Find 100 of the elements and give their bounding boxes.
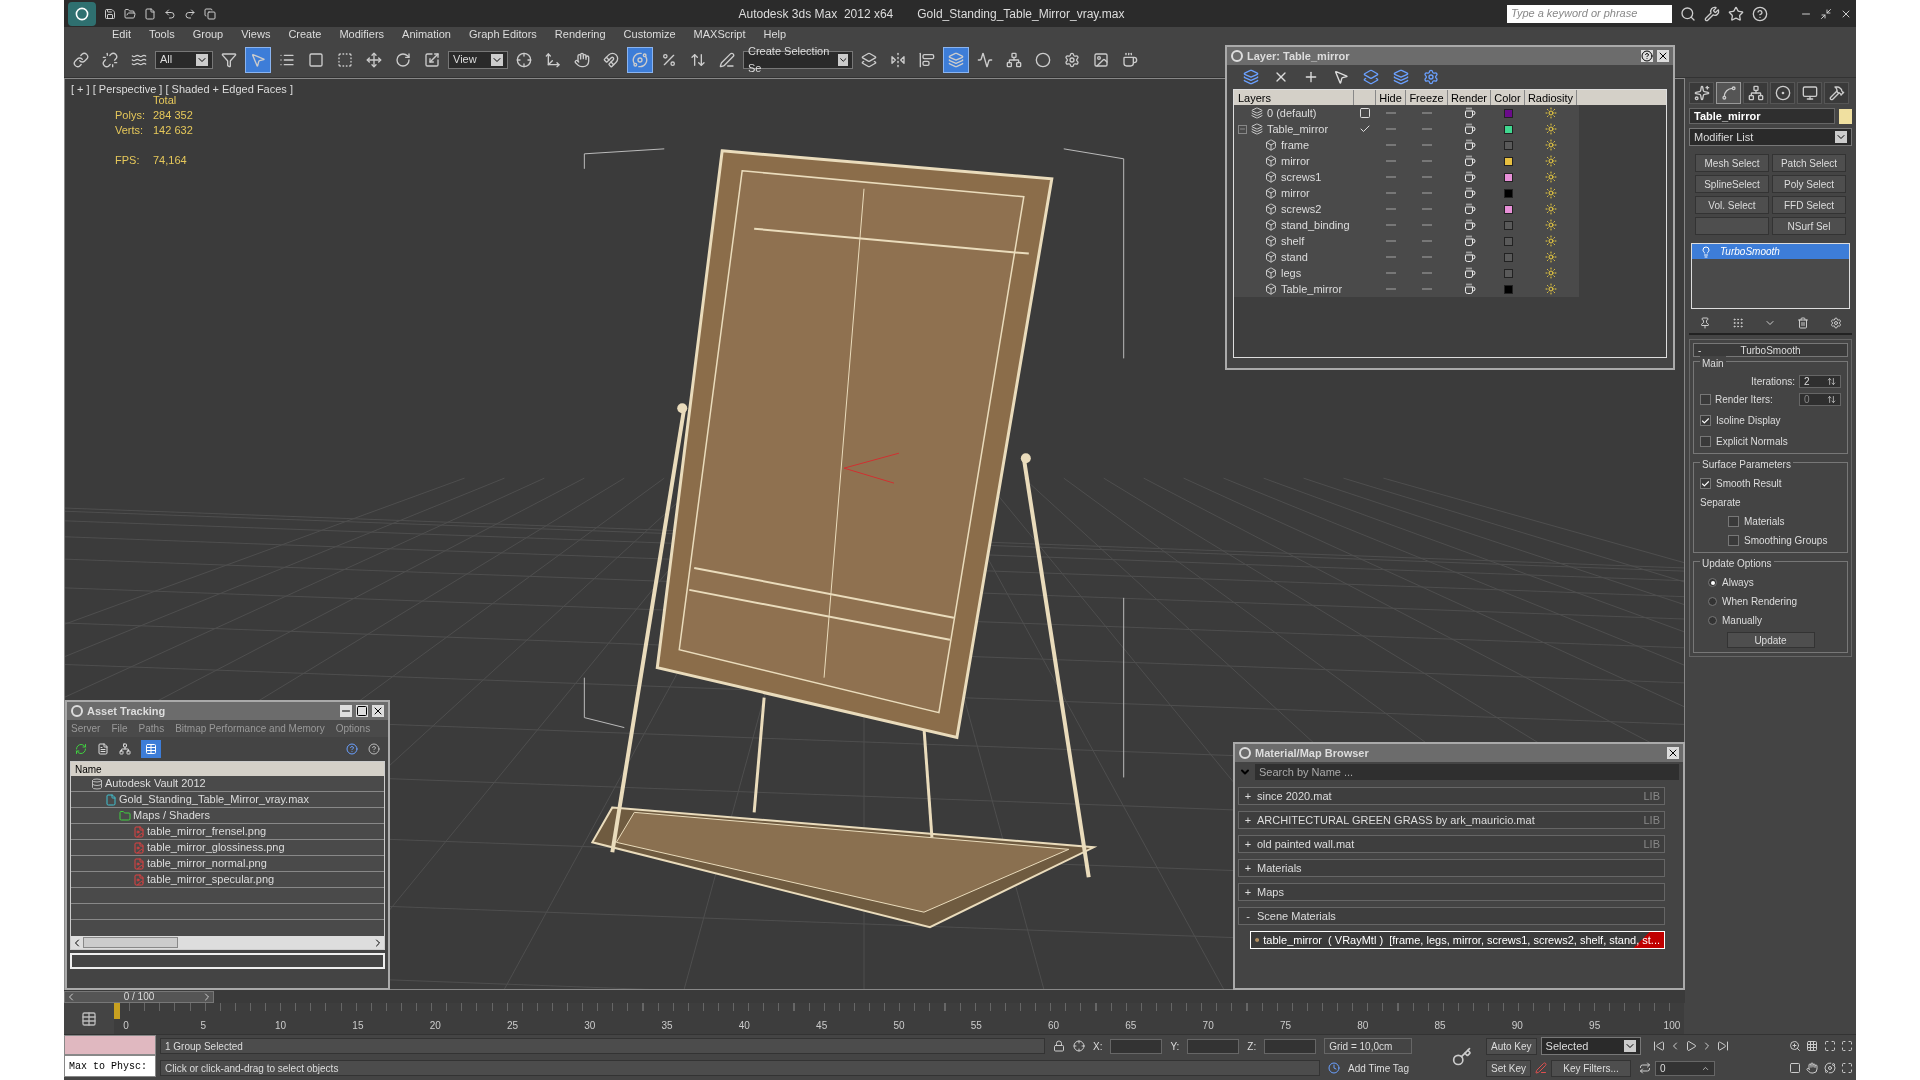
modifier-button[interactable]: Vol. Select (1695, 196, 1769, 214)
asset-row[interactable]: table_mirror_frensel.png (71, 824, 384, 840)
group-label: Maps (1257, 884, 1285, 900)
layer-name[interactable]: mirror (1281, 152, 1310, 170)
render-iters-spinner[interactable]: 0 (1799, 393, 1841, 406)
menu-item[interactable]: Edit (112, 26, 131, 43)
coordinate-label: Y: (1170, 1039, 1180, 1054)
stat-label: Polys: (115, 108, 146, 123)
menu-item[interactable]: Rendering (554, 26, 606, 43)
update-button[interactable]: Update (1726, 632, 1815, 648)
frame-label: 100 (1662, 1019, 1682, 1033)
stack-item[interactable]: TurboSmooth (1692, 244, 1849, 259)
reference-coordinate-dropdown[interactable]: View (448, 50, 508, 69)
column-header[interactable]: Name (71, 762, 384, 776)
iterations-spinner[interactable]: 2 (1799, 375, 1841, 388)
frame-spinner[interactable]: 0 (1655, 1060, 1716, 1076)
layer-name[interactable]: stand (1281, 248, 1308, 266)
group-header[interactable]: + Maps (1238, 883, 1665, 901)
group-header[interactable]: + since 2020.mat LIB (1238, 787, 1665, 805)
layer-name[interactable]: 0 (default) (1267, 104, 1317, 122)
modifier-list-dropdown[interactable]: Modifier List (1689, 128, 1852, 146)
coordinate-label: Z: (1247, 1039, 1257, 1054)
checkbox-label: Smoothing Groups (1744, 534, 1828, 548)
asset-name: Gold_Standing_Table_Mirror_vray.max (119, 792, 309, 808)
layer-name[interactable]: stand_binding (1281, 216, 1350, 234)
selection-filter-dropdown[interactable]: All (155, 50, 213, 69)
window-title: Layer: Table_mirror (1247, 48, 1351, 64)
field-label: Iterations: (1751, 375, 1795, 389)
frame-label: 75 (1278, 1019, 1292, 1033)
search-field[interactable]: Type a keyword or phrase (1507, 4, 1672, 23)
asset-row[interactable]: table_mirror_normal.png (71, 856, 384, 872)
auto-key-button[interactable]: Auto Key (1486, 1037, 1537, 1055)
listener-field[interactable]: Max to Physc: (64, 1055, 156, 1077)
time-slider-handle[interactable]: 0 / 100 (64, 990, 214, 1003)
menu-item[interactable]: Tools (148, 26, 175, 43)
rollout-header[interactable]: - TurboSmooth (1693, 343, 1848, 357)
group-header[interactable]: + Materials (1238, 859, 1665, 877)
layer-name[interactable]: shelf (1281, 232, 1305, 250)
selection-status: 1 Group Selected (160, 1038, 1045, 1054)
layer-name[interactable]: mirror (1281, 184, 1310, 202)
modifier-button[interactable]: Patch Select (1772, 154, 1846, 172)
menu-item[interactable]: Modifiers (339, 26, 385, 43)
asset-name: table_mirror_specular.png (147, 872, 275, 888)
modifier-button[interactable]: Poly Select (1772, 175, 1846, 193)
asset-row[interactable]: Maps / Shaders (71, 808, 384, 824)
asset-row[interactable]: table_mirror_specular.png (71, 872, 384, 888)
group-header[interactable]: + ARCHITECTURAL GREEN GRASS by ark_mauricio.mat LIB (1238, 811, 1665, 829)
menu-item[interactable]: Group (192, 26, 224, 43)
frame-label: 95 (1588, 1019, 1602, 1033)
search-field[interactable]: Search by Name ... (1255, 764, 1679, 780)
layer-name[interactable]: Table_mirror (1267, 120, 1329, 138)
menu-item[interactable]: Graph Editors (468, 26, 537, 43)
asset-row[interactable]: Gold_Standing_Table_Mirror_vray.max (71, 792, 384, 808)
menu-item[interactable]: Animation (402, 26, 451, 43)
time-tag-label[interactable]: Add Time Tag (1348, 1060, 1409, 1076)
menu-item[interactable]: MAXScript (693, 26, 746, 43)
layer-name[interactable]: frame (1281, 136, 1310, 154)
set-key-button[interactable]: Set Key (1486, 1059, 1532, 1077)
menu-item[interactable]: Customize (623, 26, 676, 43)
layer-name[interactable]: screws2 (1281, 200, 1322, 218)
material-item[interactable]: table_mirror ( VRayMtl ) [frame, legs, mirror, screws1, screws2, shelf, stand, st... (1250, 931, 1665, 949)
modifier-button[interactable]: SplineSelect (1695, 175, 1769, 193)
layer-name[interactable]: screws1 (1281, 168, 1322, 186)
file-name: Gold_Standing_Table_Mirror_vray.max (917, 5, 1125, 23)
frame-label: 5 (199, 1019, 208, 1033)
modifier-button[interactable]: FFD Select (1772, 196, 1846, 214)
group-label: Materials (1257, 860, 1303, 876)
stat-value: 74,164 (153, 153, 187, 168)
modifier-button[interactable]: NSurf Sel (1772, 217, 1846, 235)
frame-label: 10 (274, 1019, 288, 1033)
time-slider-track[interactable]: 0 / 100 (64, 990, 1685, 1003)
group-header[interactable]: + old painted wall.mat LIB (1238, 835, 1665, 853)
frame-label: 70 (1201, 1019, 1215, 1033)
group-header[interactable]: - Scene Materials (1238, 907, 1665, 925)
library-tag: LIB (1643, 787, 1660, 805)
key-filters-button[interactable]: Key Filters... (1551, 1059, 1632, 1077)
prompt-status: Click or click-and-drag to select objects (160, 1060, 1320, 1076)
modifier-stack[interactable]: TurboSmooth (1691, 243, 1850, 309)
object-name-field[interactable]: Table_mirror (1689, 108, 1835, 124)
expand-sign: + (1243, 788, 1253, 804)
asset-row[interactable]: Autodesk Vault 2012 (71, 776, 384, 792)
grid-size: Grid = 10,0cm (1324, 1038, 1413, 1054)
frame-label: 45 (815, 1019, 829, 1033)
group-label: old painted wall.mat (1257, 836, 1356, 852)
checkbox-label: Isoline Display (1716, 414, 1781, 428)
key-mode-dropdown[interactable]: Selected (1540, 1037, 1641, 1055)
checkbox-label: Explicit Normals (1716, 435, 1788, 449)
menu-item[interactable]: Create (288, 26, 322, 43)
asset-name: table_mirror_frensel.png (147, 824, 267, 840)
menu-item[interactable]: Views (241, 26, 271, 43)
track-bar[interactable]: 0 5 10 15 20 25 30 35 40 45 50 55 60 65 70 75 80 85 90 95 100 (114, 1003, 1684, 1034)
layer-name[interactable]: legs (1281, 264, 1302, 282)
checkbox-label: Smooth Result (1716, 477, 1782, 491)
frame-label: 50 (892, 1019, 906, 1033)
asset-row[interactable]: table_mirror_glossiness.png (71, 840, 384, 856)
layer-name[interactable]: Table_mirror (1281, 280, 1343, 298)
section-label: Separate (1700, 496, 1742, 510)
expand-sign: - (1245, 908, 1251, 924)
modifier-button[interactable]: Mesh Select (1695, 154, 1769, 172)
menu-item[interactable]: Help (763, 26, 787, 43)
